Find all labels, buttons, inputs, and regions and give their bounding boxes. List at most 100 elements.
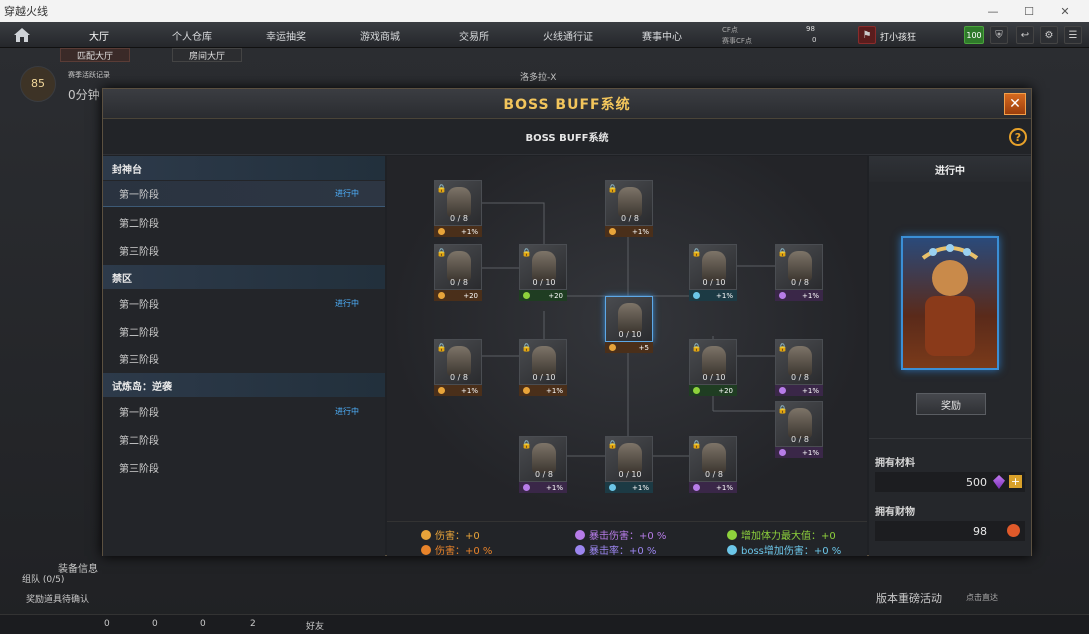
node-buff: +1% bbox=[689, 290, 737, 301]
stage-item[interactable]: 第二阶段 bbox=[103, 426, 385, 452]
node-buff: +1% bbox=[605, 482, 653, 493]
buff-node[interactable]: 🔒 0 / 10 +20 bbox=[519, 244, 567, 302]
reward-pending-text: 奖励道具待确认 bbox=[26, 595, 90, 605]
match-cf-label: 赛事CF点 bbox=[722, 37, 752, 45]
node-portrait: 🔒 0 / 8 bbox=[434, 244, 482, 290]
boss-figure bbox=[618, 187, 642, 217]
season-record: 赛季活跃记录 bbox=[68, 71, 110, 79]
buff-stats-panel: 伤害：+0 暴击伤害：+0 % 增加体力最大值：+0 伤害：+0 % 暴击率：+… bbox=[387, 521, 867, 557]
tab-match-lobby[interactable]: 匹配大厅 bbox=[60, 48, 130, 62]
buff-node[interactable]: 🔒 0 / 10 +1% bbox=[605, 436, 653, 494]
friends-button[interactable]: 好友 bbox=[306, 619, 324, 632]
stage-item[interactable]: 第一阶段 进行中 bbox=[103, 290, 385, 316]
buff-node[interactable]: 🔒 0 / 8 +1% bbox=[775, 244, 823, 302]
reward-button[interactable]: 奖励 bbox=[916, 393, 986, 415]
buff-node[interactable]: 🔒 0 / 8 +1% bbox=[519, 436, 567, 494]
lock-icon: 🔒 bbox=[521, 342, 532, 352]
group-title-trial-island: 试炼岛：逆袭 bbox=[103, 373, 385, 397]
stage-item[interactable]: 第二阶段 bbox=[103, 209, 385, 235]
gear-icon[interactable]: ⚙ bbox=[1040, 26, 1058, 44]
buff-node[interactable]: 🔒 0 / 8 +20 bbox=[434, 244, 482, 302]
buff-value: +1% bbox=[802, 386, 819, 395]
stage-label: 第一阶段 bbox=[119, 299, 159, 311]
node-portrait: 🔒 0 / 8 bbox=[434, 339, 482, 385]
stage-label: 第一阶段 bbox=[119, 190, 159, 201]
tab-shop[interactable]: 游戏商城 bbox=[338, 22, 422, 48]
node-portrait: 🔒 0 / 8 bbox=[775, 339, 823, 385]
buff-node[interactable]: 🔒 0 / 10 +1% bbox=[519, 339, 567, 397]
wealth-value: 98 bbox=[875, 521, 1025, 541]
stage-item[interactable]: 第一阶段 进行中 bbox=[103, 181, 385, 207]
version-event-link[interactable]: 点击直达 bbox=[966, 592, 998, 603]
lock-icon: 🔒 bbox=[691, 342, 702, 352]
tab-events[interactable]: 赛事中心 bbox=[620, 22, 704, 48]
add-material-button[interactable]: + bbox=[1009, 475, 1022, 488]
tab-warehouse[interactable]: 个人仓库 bbox=[150, 22, 234, 48]
buff-value: +1% bbox=[802, 291, 819, 300]
cf-points-label: CF点 bbox=[722, 26, 738, 34]
rank-number: 85 bbox=[31, 77, 45, 90]
window-close-icon[interactable]: ✕ bbox=[1050, 0, 1080, 22]
stage-item[interactable]: 第三阶段 bbox=[103, 454, 385, 480]
node-count: 0 / 8 bbox=[791, 373, 809, 382]
buff-type-icon bbox=[609, 228, 616, 235]
boss-figure bbox=[702, 443, 726, 473]
player-name[interactable]: 打小孩狂 bbox=[880, 30, 916, 43]
stage-label: 第二阶段 bbox=[119, 218, 159, 230]
tab-lobby[interactable]: 大厅 bbox=[60, 22, 138, 48]
divider bbox=[869, 438, 1031, 439]
shield-icon[interactable]: ⛨ bbox=[990, 26, 1008, 44]
stage-label: 第三阶段 bbox=[119, 246, 159, 258]
maximize-icon[interactable]: ☐ bbox=[1014, 0, 1044, 22]
buff-node[interactable]: 🔒 0 / 8 +1% bbox=[605, 180, 653, 238]
group-title-jinqu: 禁区 bbox=[103, 265, 385, 289]
stage-item[interactable]: 第一阶段 进行中 bbox=[103, 398, 385, 424]
buff-node[interactable]: 🔒 0 / 8 +1% bbox=[434, 180, 482, 238]
tab-battle-pass[interactable]: 火线通行证 bbox=[526, 22, 610, 48]
node-count: 0 / 10 bbox=[702, 278, 726, 287]
version-event-text[interactable]: 版本重磅活动 bbox=[876, 590, 942, 606]
coin-icon bbox=[1007, 524, 1020, 537]
stage-item[interactable]: 第三阶段 bbox=[103, 345, 385, 371]
home-icon[interactable] bbox=[8, 25, 36, 45]
group-title-fengshentai: 封神台 bbox=[103, 156, 385, 180]
tab-lucky-draw[interactable]: 幸运抽奖 bbox=[244, 22, 328, 48]
node-buff: +1% bbox=[689, 482, 737, 493]
buff-node[interactable]: 🔒 0 / 8 +1% bbox=[775, 401, 823, 459]
buff-node[interactable]: 🔒 0 / 10 +20 bbox=[689, 339, 737, 397]
help-icon[interactable]: ? bbox=[1009, 128, 1027, 146]
node-count: 0 / 10 bbox=[532, 278, 556, 287]
close-button[interactable]: ✕ bbox=[1004, 93, 1026, 115]
tab-room-lobby[interactable]: 房间大厅 bbox=[172, 48, 242, 62]
node-portrait: 🔒 0 / 8 bbox=[689, 436, 737, 482]
node-portrait: 🔒 0 / 10 bbox=[689, 339, 737, 385]
buff-node[interactable]: 🔒 0 / 8 +1% bbox=[775, 339, 823, 397]
lock-icon: 🔒 bbox=[521, 439, 532, 449]
buff-type-icon bbox=[438, 228, 445, 235]
rank-score: 0分钟 bbox=[68, 88, 100, 102]
boss-figure bbox=[788, 408, 812, 438]
node-count: 0 / 8 bbox=[791, 435, 809, 444]
boss-portrait bbox=[921, 244, 979, 356]
tab-exchange[interactable]: 交易所 bbox=[432, 22, 516, 48]
exit-icon[interactable]: ↩ bbox=[1016, 26, 1034, 44]
player-flag-icon: ⚑ bbox=[858, 26, 876, 44]
stage-label: 第一阶段 bbox=[119, 407, 159, 419]
dialog-title: BOSS BUFF系统 bbox=[503, 96, 631, 113]
buff-type-icon bbox=[523, 292, 530, 299]
game-nav-bar: 大厅 个人仓库 幸运抽奖 游戏商城 交易所 火线通行证 赛事中心 CF点 赛事C… bbox=[0, 22, 1089, 48]
window-titlebar: 穿越火线 bbox=[0, 0, 1089, 22]
stage-item[interactable]: 第二阶段 bbox=[103, 318, 385, 344]
buff-node[interactable]: 🔒 0 / 8 +1% bbox=[434, 339, 482, 397]
buff-value: +1% bbox=[716, 291, 733, 300]
buff-node[interactable]: 🔒 0 / 8 +1% bbox=[689, 436, 737, 494]
buff-type-icon bbox=[693, 292, 700, 299]
node-portrait: 🔒 0 / 8 bbox=[519, 436, 567, 482]
buff-node[interactable]: 🔒 0 / 10 +1% bbox=[689, 244, 737, 302]
buff-node[interactable]: 0 / 10 +5 bbox=[605, 296, 653, 354]
minimize-icon[interactable]: — bbox=[978, 0, 1008, 22]
stage-item[interactable]: 第三阶段 bbox=[103, 237, 385, 263]
node-buff: +1% bbox=[519, 385, 567, 396]
menu-icon[interactable]: ☰ bbox=[1064, 26, 1082, 44]
boss-figure bbox=[447, 346, 471, 376]
